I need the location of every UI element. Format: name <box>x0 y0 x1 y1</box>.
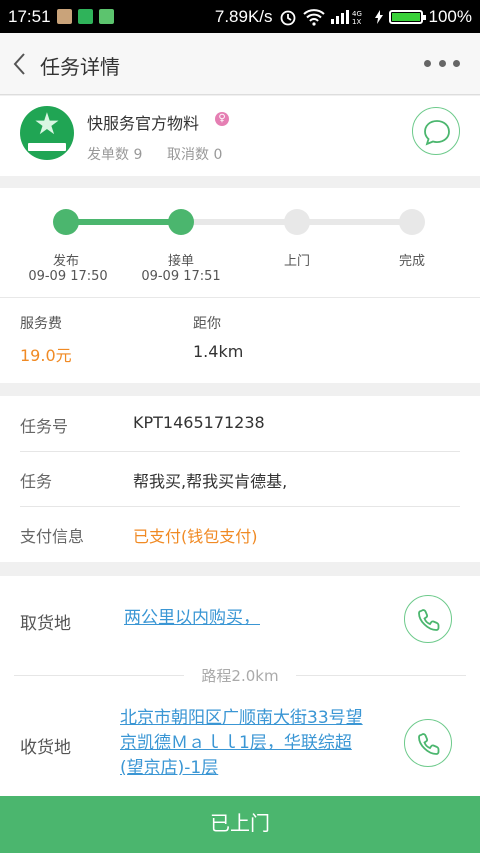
step-label-complete: 完成 <box>398 254 425 269</box>
pickup-phone-button[interactable] <box>404 595 452 643</box>
step-label-accept: 接单 <box>167 254 194 269</box>
cancel-value: 0 <box>213 147 223 163</box>
wifi-icon <box>302 9 325 26</box>
arrived-button[interactable]: 已上门 <box>0 796 480 853</box>
step-time-publish: 09-09 17:50 <box>28 269 108 284</box>
fee-value: 19.0元 <box>20 346 72 365</box>
task-value: 帮我买,帮我买肯德基, <box>133 472 288 491</box>
page-title: 任务详情 <box>40 55 120 79</box>
orders-count: 发单数 9 <box>87 144 142 164</box>
merchant-avatar[interactable]: ★ <box>20 106 74 160</box>
step-label-publish: 发布 <box>52 254 79 269</box>
phone-icon <box>418 733 440 755</box>
status-time: 17:51 <box>8 7 51 26</box>
task-progress: 发布 接单 上门 完成 09-09 17:50 09-09 17:51 <box>0 188 480 298</box>
payment-label: 支付信息 <box>20 527 85 546</box>
cancel-label: 取消数 <box>167 147 209 163</box>
progress-dot-visit <box>284 209 310 235</box>
more-dots-icon[interactable] <box>424 53 460 73</box>
distance-value: 1.4km <box>193 342 244 361</box>
network-speed: 7.89K/s <box>214 7 273 26</box>
chevron-left-icon[interactable] <box>10 51 32 77</box>
progress-dot-publish <box>53 209 79 235</box>
orders-value: 9 <box>133 147 143 163</box>
task-number-row: 任务号 KPT1465171238 <box>0 396 480 451</box>
task-content-row: 任务 帮我买,帮我买肯德基, <box>0 451 480 506</box>
address-section: 取货地 两公里以内购买， 路程2.0km 收货地 北京市朝阳区广顺南大街33号望… <box>0 576 480 796</box>
fee-section: 服务费 19.0元 距你 1.4km <box>0 298 480 383</box>
merchant-card: ★ 快服务官方物料 ♀ 发单数 9 取消数 0 <box>0 96 480 176</box>
status-bar: 17:51 7.89K/s 4G 1X 100% <box>0 0 480 33</box>
route-distance: 路程2.0km <box>201 667 279 685</box>
progress-dot-accept <box>168 209 194 235</box>
battery-icon <box>388 10 426 24</box>
pickup-label: 取货地 <box>20 614 71 634</box>
chat-bubble-icon <box>424 120 450 146</box>
signal-icon: 4G1X <box>330 10 362 25</box>
battery-percent: 100% <box>428 7 472 26</box>
task-info: 任务号 KPT1465171238 任务 帮我买,帮我买肯德基, 支付信息 已支… <box>0 396 480 562</box>
payment-row: 支付信息 已支付(钱包支付) <box>0 506 480 561</box>
payment-value: 已支付(钱包支付) <box>133 527 258 546</box>
star-logo-icon: ★ <box>33 107 61 142</box>
notification-android-icon <box>99 9 114 24</box>
step-label-visit: 上门 <box>283 254 310 269</box>
task-number-value: KPT1465171238 <box>133 413 265 432</box>
svg-text:4G: 4G <box>352 10 362 18</box>
task-label: 任务 <box>20 472 53 491</box>
delivery-address-line: 京凯德Ｍａｌｌ1层，华联综超 <box>120 733 352 753</box>
delivery-address-link[interactable]: 北京市朝阳区广顺南大街33号望 京凯德Ｍａｌｌ1层，华联综超 (望京店)-1层 <box>120 706 363 781</box>
svg-text:1X: 1X <box>352 18 361 25</box>
progress-line-done <box>66 219 181 225</box>
fee-label: 服务费 <box>20 316 62 332</box>
task-number-label: 任务号 <box>20 417 69 436</box>
phone-icon <box>418 609 440 631</box>
merchant-name: 快服务官方物料 <box>87 114 200 133</box>
orders-label: 发单数 <box>87 147 129 163</box>
pickup-address-link[interactable]: 两公里以内购买， <box>124 606 260 631</box>
step-time-accept: 09-09 17:51 <box>141 269 221 284</box>
delivery-address-line: 北京市朝阳区广顺南大街33号望 <box>120 708 363 728</box>
app-header: 任务详情 <box>0 33 480 95</box>
female-icon: ♀ <box>215 112 229 126</box>
progress-dot-complete <box>399 209 425 235</box>
charging-icon <box>374 10 383 24</box>
alarm-icon <box>280 10 295 26</box>
chat-button[interactable] <box>412 107 460 155</box>
distance-label: 距你 <box>193 316 221 332</box>
delivery-label: 收货地 <box>20 738 71 758</box>
cancel-count: 取消数 0 <box>167 144 222 164</box>
delivery-phone-button[interactable] <box>404 719 452 767</box>
notification-avatar-icon <box>57 9 72 24</box>
notification-app-icon <box>78 9 93 24</box>
delivery-address-line: (望京店)-1层 <box>120 758 219 778</box>
